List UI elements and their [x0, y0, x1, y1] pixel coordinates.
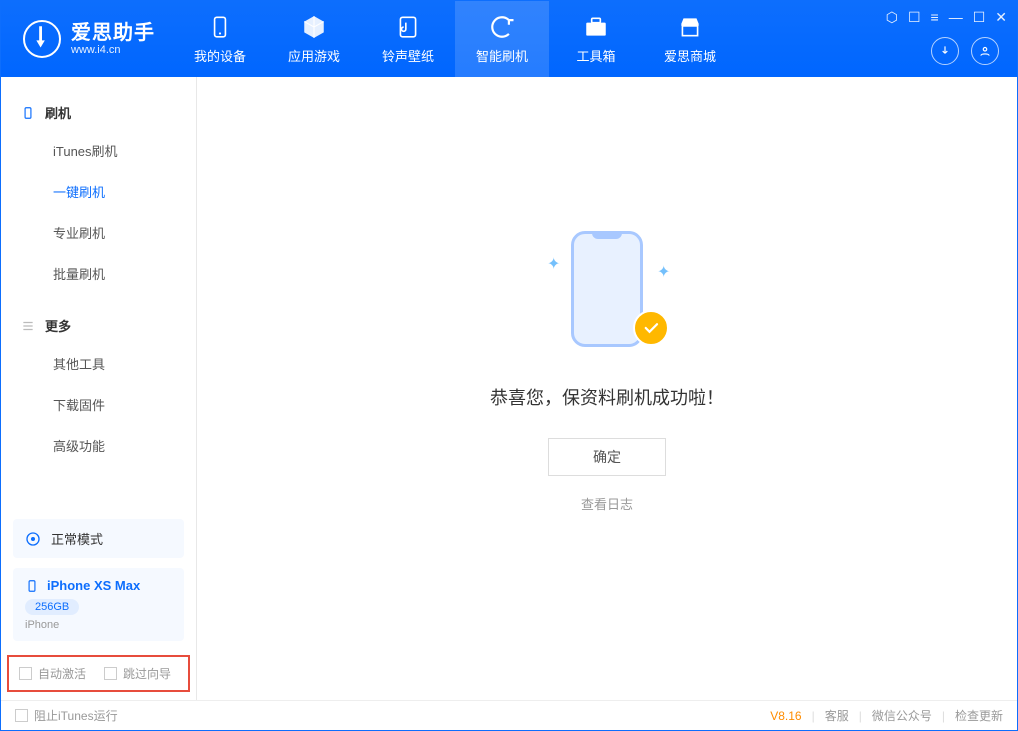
list-icon	[21, 319, 35, 333]
status-text: 正常模式	[51, 529, 103, 548]
user-button[interactable]	[971, 37, 999, 65]
sidebar-item-itunes[interactable]: iTunes刷机	[1, 130, 196, 171]
group-title: 更多	[45, 316, 71, 335]
window-controls: ⬡ ☐ ≡ — ☐ ✕	[886, 9, 1007, 26]
footer: 阻止iTunes运行 V8.16 | 客服 | 微信公众号 | 检查更新	[1, 700, 1017, 730]
device-status[interactable]: 正常模式	[13, 519, 184, 558]
lock-icon[interactable]: ☐	[908, 9, 921, 26]
device-name: iPhone XS Max	[25, 578, 172, 593]
sidebar-group-more: 更多	[1, 308, 196, 343]
nav-label: 智能刷机	[476, 46, 528, 65]
checkbox-icon	[19, 667, 32, 680]
sidebar-item-pro[interactable]: 专业刷机	[1, 212, 196, 253]
shirt-icon[interactable]: ⬡	[886, 9, 898, 26]
nav-tab-flash[interactable]: 智能刷机	[455, 1, 549, 77]
nav-tab-store[interactable]: 爱思商城	[643, 1, 737, 77]
minimize-icon[interactable]: —	[949, 9, 963, 26]
checkbox-icon	[15, 709, 28, 722]
status-icon	[25, 531, 41, 547]
close-icon[interactable]: ✕	[995, 9, 1007, 26]
update-link[interactable]: 检查更新	[955, 707, 1003, 724]
support-link[interactable]: 客服	[825, 707, 849, 724]
sidebar-item-onekey[interactable]: 一键刷机	[1, 171, 196, 212]
check-badge-icon	[633, 310, 669, 346]
refresh-icon	[489, 14, 515, 40]
nav-label: 铃声壁纸	[382, 46, 434, 65]
sparkle-icon: ✦	[657, 262, 667, 272]
phone-illustration: ✦ ✦	[537, 224, 677, 354]
sidebar-item-batch[interactable]: 批量刷机	[1, 253, 196, 294]
wechat-link[interactable]: 微信公众号	[872, 707, 932, 724]
music-icon	[395, 14, 421, 40]
nav-label: 我的设备	[194, 46, 246, 65]
device-info[interactable]: iPhone XS Max 256GB iPhone	[13, 568, 184, 641]
nav-tab-apps[interactable]: 应用游戏	[267, 1, 361, 77]
nav-tab-device[interactable]: 我的设备	[173, 1, 267, 77]
store-icon	[677, 14, 703, 40]
logo-icon	[23, 20, 61, 58]
sparkle-icon: ✦	[547, 254, 557, 264]
view-log-link[interactable]: 查看日志	[581, 494, 633, 513]
nav-tab-toolbox[interactable]: 工具箱	[549, 1, 643, 77]
sidebar: 刷机 iTunes刷机 一键刷机 专业刷机 批量刷机 更多 其他工具 下载固件 …	[1, 77, 197, 700]
checkbox-skip-guide[interactable]: 跳过向导	[104, 665, 171, 682]
group-title: 刷机	[45, 103, 71, 122]
highlight-box: 自动激活 跳过向导	[7, 655, 190, 692]
phone-small-icon	[25, 579, 39, 593]
sidebar-item-advanced[interactable]: 高级功能	[1, 425, 196, 466]
maximize-icon[interactable]: ☐	[973, 9, 986, 26]
nav-tabs: 我的设备 应用游戏 铃声壁纸 智能刷机 工具箱 爱思商城	[173, 1, 737, 77]
version-text: V8.16	[770, 709, 801, 723]
cube-icon	[301, 14, 327, 40]
device-type: iPhone	[25, 619, 172, 631]
device-capacity: 256GB	[25, 599, 79, 615]
nav-label: 工具箱	[576, 46, 615, 65]
download-button[interactable]	[931, 37, 959, 65]
phone-icon	[207, 14, 233, 40]
header-right	[931, 37, 999, 65]
menu-icon[interactable]: ≡	[931, 9, 939, 26]
ok-button[interactable]: 确定	[548, 438, 666, 476]
body: 刷机 iTunes刷机 一键刷机 专业刷机 批量刷机 更多 其他工具 下载固件 …	[1, 77, 1017, 700]
device-small-icon	[21, 106, 35, 120]
sidebar-item-tools[interactable]: 其他工具	[1, 343, 196, 384]
nav-label: 爱思商城	[664, 46, 716, 65]
sidebar-group-flash: 刷机	[1, 95, 196, 130]
nav-label: 应用游戏	[288, 46, 340, 65]
success-text: 恭喜您，保资料刷机成功啦！	[490, 384, 724, 410]
checkbox-block-itunes[interactable]: 阻止iTunes运行	[15, 707, 118, 724]
app-url: www.i4.cn	[71, 44, 155, 56]
header: 爱思助手 www.i4.cn 我的设备 应用游戏 铃声壁纸 智能刷机 工具箱 爱…	[1, 1, 1017, 77]
checkbox-auto-activate[interactable]: 自动激活	[19, 665, 86, 682]
nav-tab-ringtones[interactable]: 铃声壁纸	[361, 1, 455, 77]
sidebar-item-firmware[interactable]: 下载固件	[1, 384, 196, 425]
app-title: 爱思助手	[71, 22, 155, 44]
checkbox-icon	[104, 667, 117, 680]
logo: 爱思助手 www.i4.cn	[1, 20, 173, 58]
toolbox-icon	[583, 14, 609, 40]
main-content: ✦ ✦ 恭喜您，保资料刷机成功啦！ 确定 查看日志	[197, 77, 1017, 700]
